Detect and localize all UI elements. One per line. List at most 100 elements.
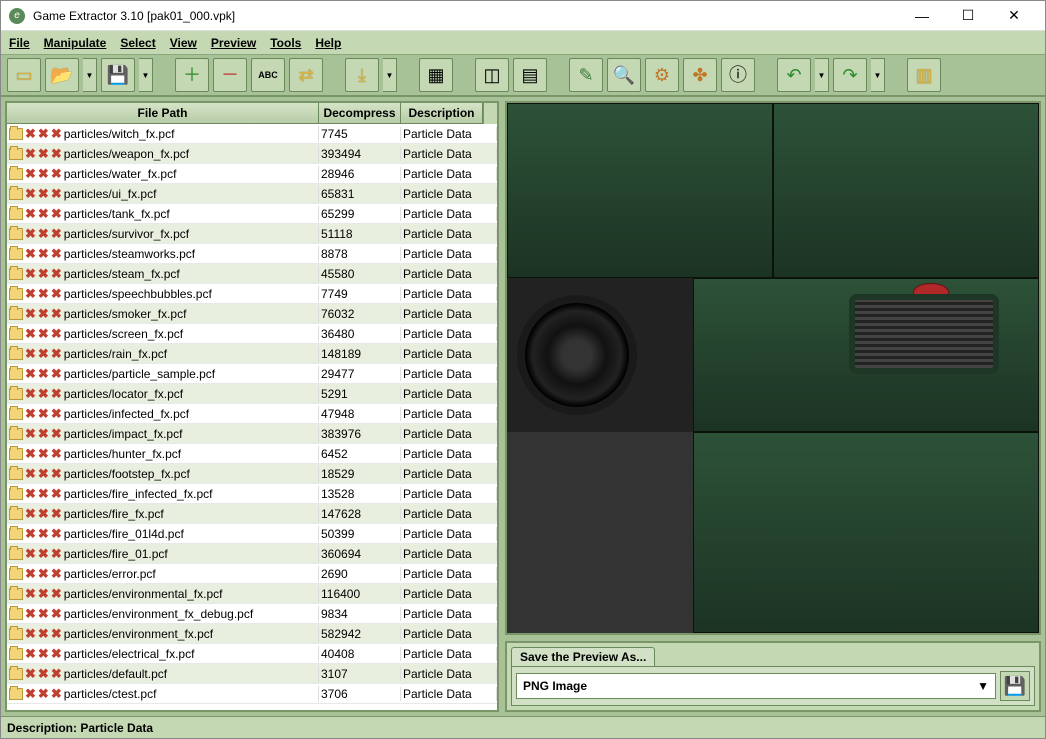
search-button[interactable]: 🔍 bbox=[607, 58, 641, 92]
table-row[interactable]: ✖✖✖particles/electrical_fx.pcf40408Parti… bbox=[7, 644, 497, 664]
particle-icon: ✖ bbox=[38, 186, 49, 202]
particle-icon: ✖ bbox=[25, 326, 36, 342]
save-format-select[interactable]: PNG Image ▼ bbox=[516, 673, 996, 699]
menu-select[interactable]: Select bbox=[120, 36, 155, 50]
table-row[interactable]: ✖✖✖particles/fire_01.pcf360694Particle D… bbox=[7, 544, 497, 564]
table-row[interactable]: ✖✖✖particles/fire_infected_fx.pcf13528Pa… bbox=[7, 484, 497, 504]
cell-decompress: 13528 bbox=[319, 487, 401, 501]
table-view-button[interactable]: ▦ bbox=[419, 58, 453, 92]
particle-icon: ✖ bbox=[25, 346, 36, 362]
file-list-pane: File Path Decompress Description ✖✖✖part… bbox=[5, 101, 499, 712]
menu-manipulate[interactable]: Manipulate bbox=[44, 36, 107, 50]
table-row[interactable]: ✖✖✖particles/witch_fx.pcf7745Particle Da… bbox=[7, 124, 497, 144]
rename-file-button[interactable]: ABC bbox=[251, 58, 285, 92]
particle-icon: ✖ bbox=[25, 126, 36, 142]
table-row[interactable]: ✖✖✖particles/rain_fx.pcf148189Particle D… bbox=[7, 344, 497, 364]
particle-icon: ✖ bbox=[25, 266, 36, 282]
file-path-text: particles/steam_fx.pcf bbox=[64, 267, 180, 281]
table-row[interactable]: ✖✖✖particles/locator_fx.pcf5291Particle … bbox=[7, 384, 497, 404]
table-row[interactable]: ✖✖✖particles/ctest.pcf3706Particle Data bbox=[7, 684, 497, 704]
script-button[interactable]: ▥ bbox=[907, 58, 941, 92]
open-archive-dropdown[interactable]: ▼ bbox=[83, 58, 97, 92]
menu-tools[interactable]: Tools bbox=[270, 36, 301, 50]
add-file-button[interactable]: ＋ bbox=[175, 58, 209, 92]
extract-button[interactable]: ⤓ bbox=[345, 58, 379, 92]
titlebar: e Game Extractor 3.10 [pak01_000.vpk] — … bbox=[1, 1, 1045, 31]
thumbnail-view-button[interactable]: ◫ bbox=[475, 58, 509, 92]
plugins-button[interactable]: ✤ bbox=[683, 58, 717, 92]
cell-file-path: ✖✖✖particles/hunter_fx.pcf bbox=[7, 446, 319, 462]
table-row[interactable]: ✖✖✖particles/ui_fx.pcf65831Particle Data bbox=[7, 184, 497, 204]
table-row[interactable]: ✖✖✖particles/environmental_fx.pcf116400P… bbox=[7, 584, 497, 604]
table-row[interactable]: ✖✖✖particles/default.pcf3107Particle Dat… bbox=[7, 664, 497, 684]
folder-icon bbox=[9, 148, 23, 160]
save-preview-tab[interactable]: Save the Preview As... bbox=[511, 647, 655, 666]
cell-description: Particle Data bbox=[401, 427, 497, 441]
column-decompress[interactable]: Decompress bbox=[319, 103, 401, 123]
table-row[interactable]: ✖✖✖particles/infected_fx.pcf47948Particl… bbox=[7, 404, 497, 424]
table-row[interactable]: ✖✖✖particles/smoker_fx.pcf76032Particle … bbox=[7, 304, 497, 324]
menu-view[interactable]: View bbox=[170, 36, 197, 50]
table-row[interactable]: ✖✖✖particles/environment_fx.pcf582942Par… bbox=[7, 624, 497, 644]
table-row[interactable]: ✖✖✖particles/survivor_fx.pcf51118Particl… bbox=[7, 224, 497, 244]
table-row[interactable]: ✖✖✖particles/fire_01l4d.pcf50399Particle… bbox=[7, 524, 497, 544]
list-view-button[interactable]: ▤ bbox=[513, 58, 547, 92]
table-row[interactable]: ✖✖✖particles/footstep_fx.pcf18529Particl… bbox=[7, 464, 497, 484]
menu-help[interactable]: Help bbox=[315, 36, 341, 50]
table-row[interactable]: ✖✖✖particles/tank_fx.pcf65299Particle Da… bbox=[7, 204, 497, 224]
cell-description: Particle Data bbox=[401, 287, 497, 301]
settings-button[interactable]: ⚙ bbox=[645, 58, 679, 92]
file-path-text: particles/locator_fx.pcf bbox=[64, 387, 183, 401]
cell-decompress: 45580 bbox=[319, 267, 401, 281]
redo-button[interactable]: ↷ bbox=[833, 58, 867, 92]
redo-dropdown[interactable]: ▼ bbox=[871, 58, 885, 92]
table-row[interactable]: ✖✖✖particles/fire_fx.pcf147628Particle D… bbox=[7, 504, 497, 524]
replace-file-button[interactable]: ⇄ bbox=[289, 58, 323, 92]
new-archive-button[interactable]: ▭ bbox=[7, 58, 41, 92]
save-archive-button[interactable]: 💾 bbox=[101, 58, 135, 92]
save-preview-button[interactable]: 💾 bbox=[1000, 671, 1030, 701]
undo-button[interactable]: ↶ bbox=[777, 58, 811, 92]
hex-view-button[interactable]: ✎ bbox=[569, 58, 603, 92]
folder-icon bbox=[9, 288, 23, 300]
menu-file[interactable]: File bbox=[9, 36, 30, 50]
extract-dropdown[interactable]: ▼ bbox=[383, 58, 397, 92]
save-archive-dropdown[interactable]: ▼ bbox=[139, 58, 153, 92]
cell-description: Particle Data bbox=[401, 387, 497, 401]
table-row[interactable]: ✖✖✖particles/water_fx.pcf28946Particle D… bbox=[7, 164, 497, 184]
particle-icon: ✖ bbox=[25, 486, 36, 502]
table-row[interactable]: ✖✖✖particles/impact_fx.pcf383976Particle… bbox=[7, 424, 497, 444]
preview-image[interactable] bbox=[505, 101, 1041, 635]
particle-icon: ✖ bbox=[38, 226, 49, 242]
column-file-path[interactable]: File Path bbox=[7, 103, 319, 123]
particle-icon: ✖ bbox=[25, 226, 36, 242]
table-row[interactable]: ✖✖✖particles/steamworks.pcf8878Particle … bbox=[7, 244, 497, 264]
table-row[interactable]: ✖✖✖particles/steam_fx.pcf45580Particle D… bbox=[7, 264, 497, 284]
folder-icon bbox=[9, 208, 23, 220]
window-title: Game Extractor 3.10 [pak01_000.vpk] bbox=[33, 9, 899, 23]
table-row[interactable]: ✖✖✖particles/speechbubbles.pcf7749Partic… bbox=[7, 284, 497, 304]
table-row[interactable]: ✖✖✖particles/particle_sample.pcf29477Par… bbox=[7, 364, 497, 384]
menu-preview[interactable]: Preview bbox=[211, 36, 256, 50]
table-row[interactable]: ✖✖✖particles/error.pcf2690Particle Data bbox=[7, 564, 497, 584]
column-description[interactable]: Description bbox=[401, 103, 483, 123]
cell-description: Particle Data bbox=[401, 507, 497, 521]
maximize-button[interactable]: ☐ bbox=[945, 1, 991, 31]
minimize-button[interactable]: — bbox=[899, 1, 945, 31]
search-icon: 🔍 bbox=[613, 66, 635, 84]
table-row[interactable]: ✖✖✖particles/environment_fx_debug.pcf983… bbox=[7, 604, 497, 624]
file-path-text: particles/ui_fx.pcf bbox=[64, 187, 157, 201]
abc-icon: ABC bbox=[258, 71, 278, 80]
table-row[interactable]: ✖✖✖particles/weapon_fx.pcf393494Particle… bbox=[7, 144, 497, 164]
about-button[interactable]: ⓘ bbox=[721, 58, 755, 92]
toolbar: ▭ 📂 ▼ 💾 ▼ ＋ － ABC ⇄ ⤓ ▼ ▦ ◫ ▤ ✎ 🔍 ⚙ ✤ ⓘ … bbox=[1, 55, 1045, 97]
remove-file-button[interactable]: － bbox=[213, 58, 247, 92]
open-archive-button[interactable]: 📂 bbox=[45, 58, 79, 92]
gear-icon: ⚙ bbox=[654, 66, 670, 84]
table-body[interactable]: ✖✖✖particles/witch_fx.pcf7745Particle Da… bbox=[7, 124, 497, 710]
table-row[interactable]: ✖✖✖particles/hunter_fx.pcf6452Particle D… bbox=[7, 444, 497, 464]
undo-dropdown[interactable]: ▼ bbox=[815, 58, 829, 92]
particle-icon: ✖ bbox=[51, 206, 62, 222]
close-button[interactable]: ✕ bbox=[991, 1, 1037, 31]
table-row[interactable]: ✖✖✖particles/screen_fx.pcf36480Particle … bbox=[7, 324, 497, 344]
